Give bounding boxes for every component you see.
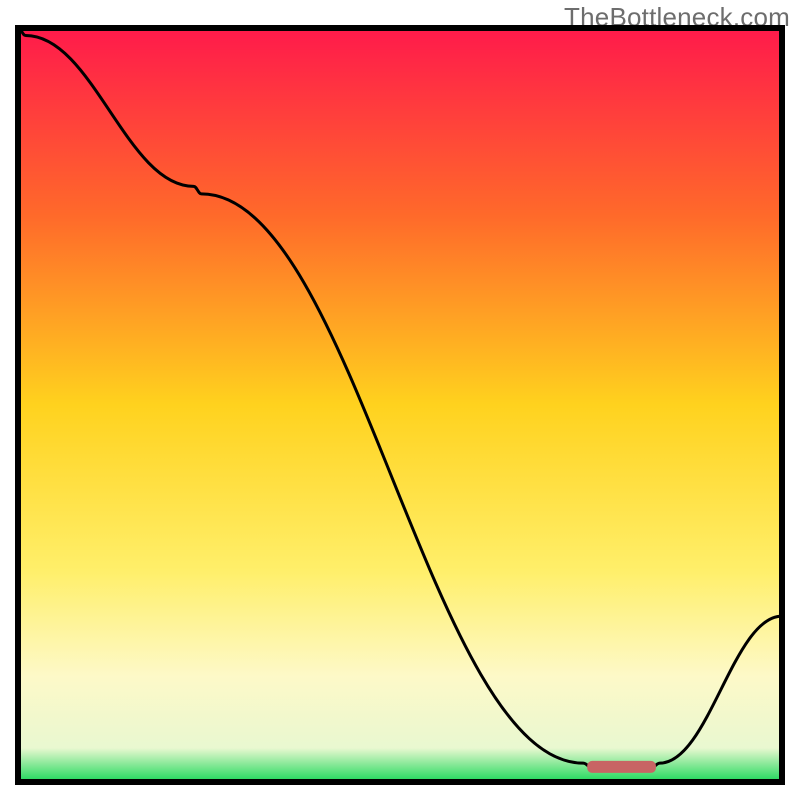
bottleneck-chart [0,0,800,800]
chart-container: TheBottleneck.com [0,0,800,800]
optimal-range-marker [587,761,656,773]
